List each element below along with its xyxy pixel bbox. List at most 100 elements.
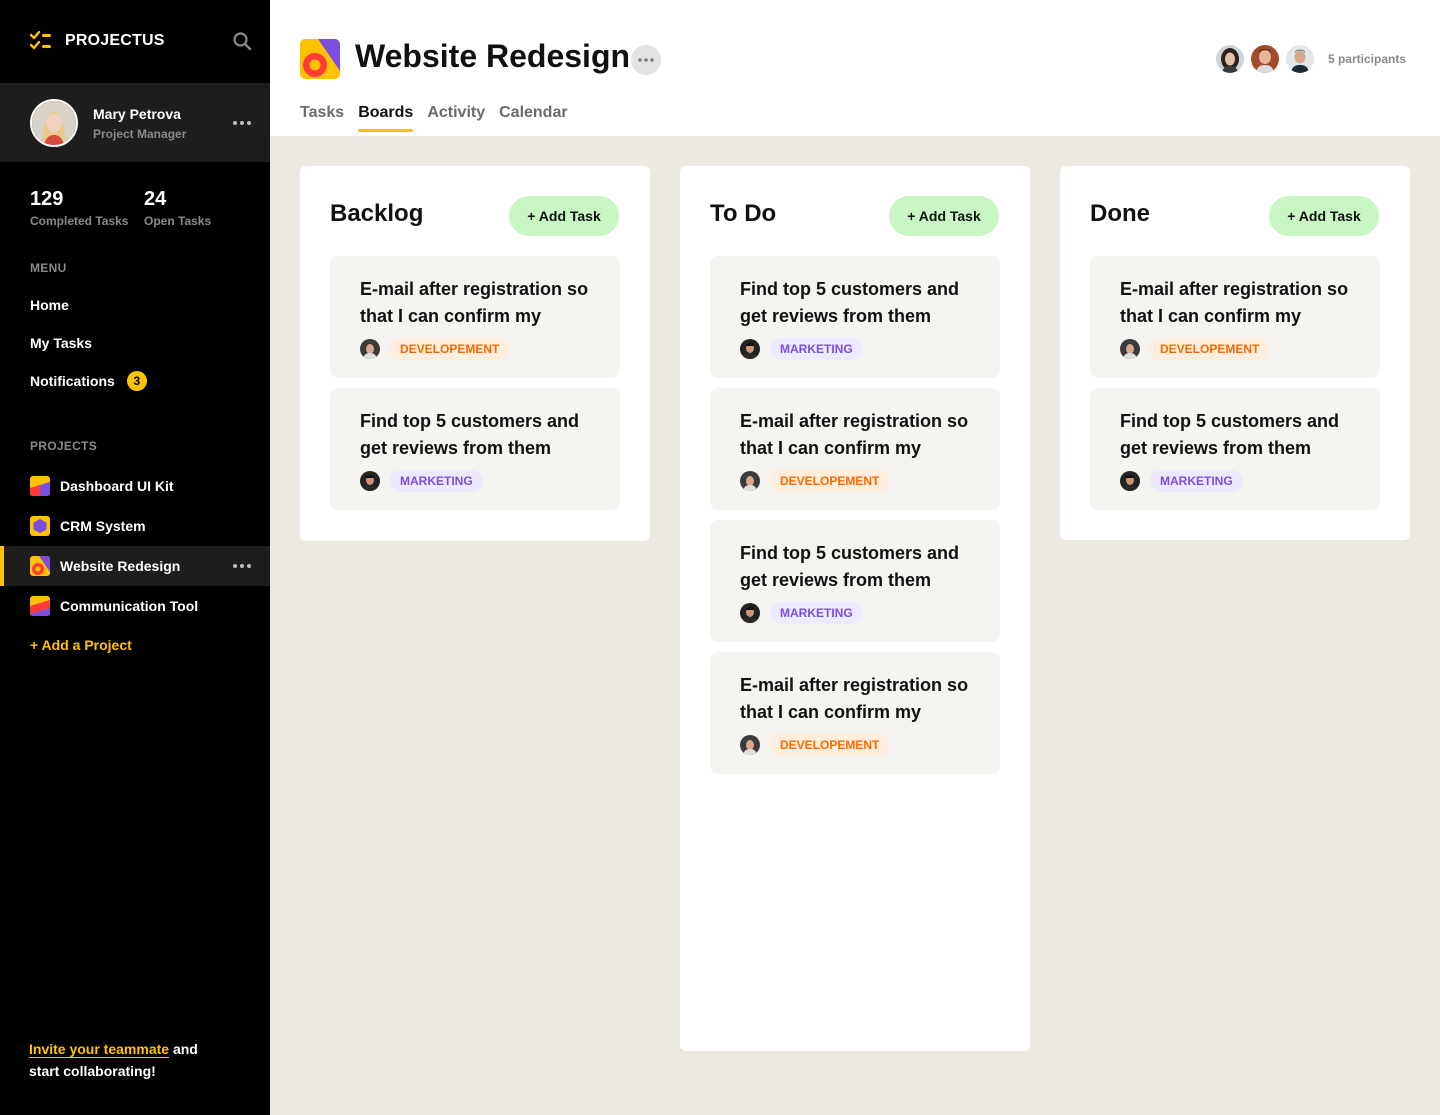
brand[interactable]: PROJECTUS	[30, 28, 165, 54]
task-tag: MARKETING	[770, 602, 863, 624]
stat-label: Open Tasks	[144, 214, 212, 228]
project-item-crm-system[interactable]: CRM System	[0, 506, 270, 546]
menu-item-label: Home	[30, 297, 69, 313]
project-icon	[30, 556, 50, 576]
task-tag: DEVELOPEMENT	[390, 338, 510, 360]
project-label: Communication Tool	[60, 598, 199, 614]
task-card[interactable]: Find top 5 customers and get reviews fro…	[1090, 388, 1380, 510]
task-tag: MARKETING	[390, 470, 483, 492]
task-title: Find top 5 customers and get reviews fro…	[740, 543, 960, 590]
tab-boards[interactable]: Boards	[358, 104, 414, 132]
more-dots-icon	[638, 58, 654, 62]
task-title: E-mail after registration so that I can …	[360, 279, 589, 326]
task-tag: DEVELOPEMENT	[770, 734, 890, 756]
task-meta: DEVELOPEMENT	[360, 338, 510, 360]
tab-activity[interactable]: Activity	[427, 104, 485, 132]
stat-open-tasks: 24 Open Tasks	[144, 188, 211, 228]
task-meta: MARKETING	[360, 470, 483, 492]
more-dots-icon[interactable]	[232, 556, 252, 576]
menu-item-home[interactable]: Home	[30, 297, 69, 313]
project-logo-icon	[300, 39, 340, 79]
view-tabs: Tasks Boards Activity Calendar	[300, 104, 582, 132]
stat-label: Completed Tasks	[30, 214, 129, 228]
task-card[interactable]: Find top 5 customers and get reviews fro…	[330, 388, 620, 510]
task-tag: DEVELOPEMENT	[1150, 338, 1270, 360]
task-card[interactable]: E-mail after registration so that I can …	[710, 388, 1000, 510]
add-task-button[interactable]: + Add Task	[1269, 196, 1379, 236]
invite-teammate-link[interactable]: Invite your teammate	[29, 1041, 170, 1058]
add-project-link[interactable]: + Add a Project	[30, 637, 132, 653]
user-role: Project Manager	[93, 127, 187, 141]
project-label: Dashboard UI Kit	[60, 478, 174, 494]
task-meta: MARKETING	[1120, 470, 1243, 492]
tab-calendar[interactable]: Calendar	[499, 104, 567, 132]
assignee-avatar[interactable]	[740, 339, 760, 359]
task-meta: DEVELOPEMENT	[740, 734, 890, 756]
participants[interactable]: 5 participants	[1211, 43, 1406, 75]
task-card[interactable]: E-mail after registration so that I can …	[1090, 256, 1380, 378]
menu-item-label: Notifications	[30, 373, 115, 389]
participants-count: 5 participants	[1327, 52, 1406, 66]
assignee-avatar[interactable]	[740, 735, 760, 755]
menu-item-notifications[interactable]: Notifications 3	[30, 371, 147, 391]
board-column-to-do: To Do + Add Task Find top 5 customers an…	[680, 166, 1030, 1051]
task-title: Find top 5 customers and get reviews fro…	[1120, 411, 1340, 458]
menu-item-my-tasks[interactable]: My Tasks	[30, 335, 92, 351]
assignee-avatar[interactable]	[740, 471, 760, 491]
participant-avatar[interactable]	[1248, 43, 1281, 75]
stat-completed-tasks: 129 Completed Tasks	[30, 188, 128, 228]
task-title: E-mail after registration so that I can …	[740, 675, 969, 722]
project-icon	[30, 476, 50, 496]
projects-section-title: PROJECTS	[30, 439, 98, 453]
task-tag: MARKETING	[770, 338, 863, 360]
add-task-button[interactable]: + Add Task	[509, 196, 619, 236]
sidebar: PROJECTUS Mary Petrova Project Manager 1…	[0, 0, 270, 1115]
assignee-avatar[interactable]	[360, 339, 380, 359]
project-label: Website Redesign	[60, 558, 181, 574]
task-card[interactable]: Find top 5 customers and get reviews fro…	[710, 256, 1000, 378]
task-title: Find top 5 customers and get reviews fro…	[360, 411, 580, 458]
invite-text: and	[169, 1041, 198, 1057]
assignee-avatar[interactable]	[1120, 471, 1140, 491]
task-title: E-mail after registration so that I can …	[1120, 279, 1349, 326]
page-header: Website Redesign Tasks Boards Activity C…	[270, 0, 1440, 136]
search-icon[interactable]	[232, 31, 252, 51]
task-card[interactable]: E-mail after registration so that I can …	[710, 652, 1000, 774]
user-card: Mary Petrova Project Manager	[0, 83, 270, 162]
app-name: PROJECTUS	[65, 32, 165, 49]
project-item-website-redesign[interactable]: Website Redesign	[0, 546, 270, 586]
add-task-button[interactable]: + Add Task	[889, 196, 999, 236]
column-title: To Do	[710, 200, 777, 227]
more-dots-icon[interactable]	[232, 113, 252, 133]
stat-value: 129	[30, 188, 64, 210]
project-item-communication-tool[interactable]: Communication Tool	[0, 586, 270, 626]
menu-section-title: MENU	[30, 261, 67, 275]
participant-avatar[interactable]	[1213, 43, 1246, 75]
assignee-avatar[interactable]	[1120, 339, 1140, 359]
participant-avatar[interactable]	[1283, 43, 1316, 75]
task-meta: DEVELOPEMENT	[740, 470, 890, 492]
assignee-avatar[interactable]	[360, 471, 380, 491]
page-title: Website Redesign	[355, 38, 631, 74]
board-column-done: Done + Add Task E-mail after registratio…	[1060, 166, 1410, 540]
task-tag: DEVELOPEMENT	[770, 470, 890, 492]
task-tag: MARKETING	[1150, 470, 1243, 492]
task-card[interactable]: Find top 5 customers and get reviews fro…	[710, 520, 1000, 642]
stat-value: 24	[144, 188, 167, 210]
task-card[interactable]: E-mail after registration so that I can …	[330, 256, 620, 378]
project-label: CRM System	[60, 518, 146, 534]
project-options-button[interactable]	[631, 45, 661, 75]
assignee-avatar[interactable]	[740, 603, 760, 623]
board-column-backlog: Backlog + Add Task E-mail after registra…	[300, 166, 650, 541]
tab-tasks[interactable]: Tasks	[300, 104, 344, 132]
notification-count-badge: 3	[126, 371, 147, 391]
project-icon	[30, 596, 50, 616]
invite-text-2: start collaborating!	[29, 1063, 156, 1079]
project-item-dashboard-ui-kit[interactable]: Dashboard UI Kit	[0, 466, 270, 506]
checklist-logo-icon	[30, 31, 51, 50]
avatar[interactable]	[30, 99, 78, 147]
invite-message: Invite your teammate and start collabora…	[29, 1038, 198, 1082]
menu-item-label: My Tasks	[30, 335, 92, 351]
task-meta: DEVELOPEMENT	[1120, 338, 1270, 360]
task-title: Find top 5 customers and get reviews fro…	[740, 279, 960, 326]
